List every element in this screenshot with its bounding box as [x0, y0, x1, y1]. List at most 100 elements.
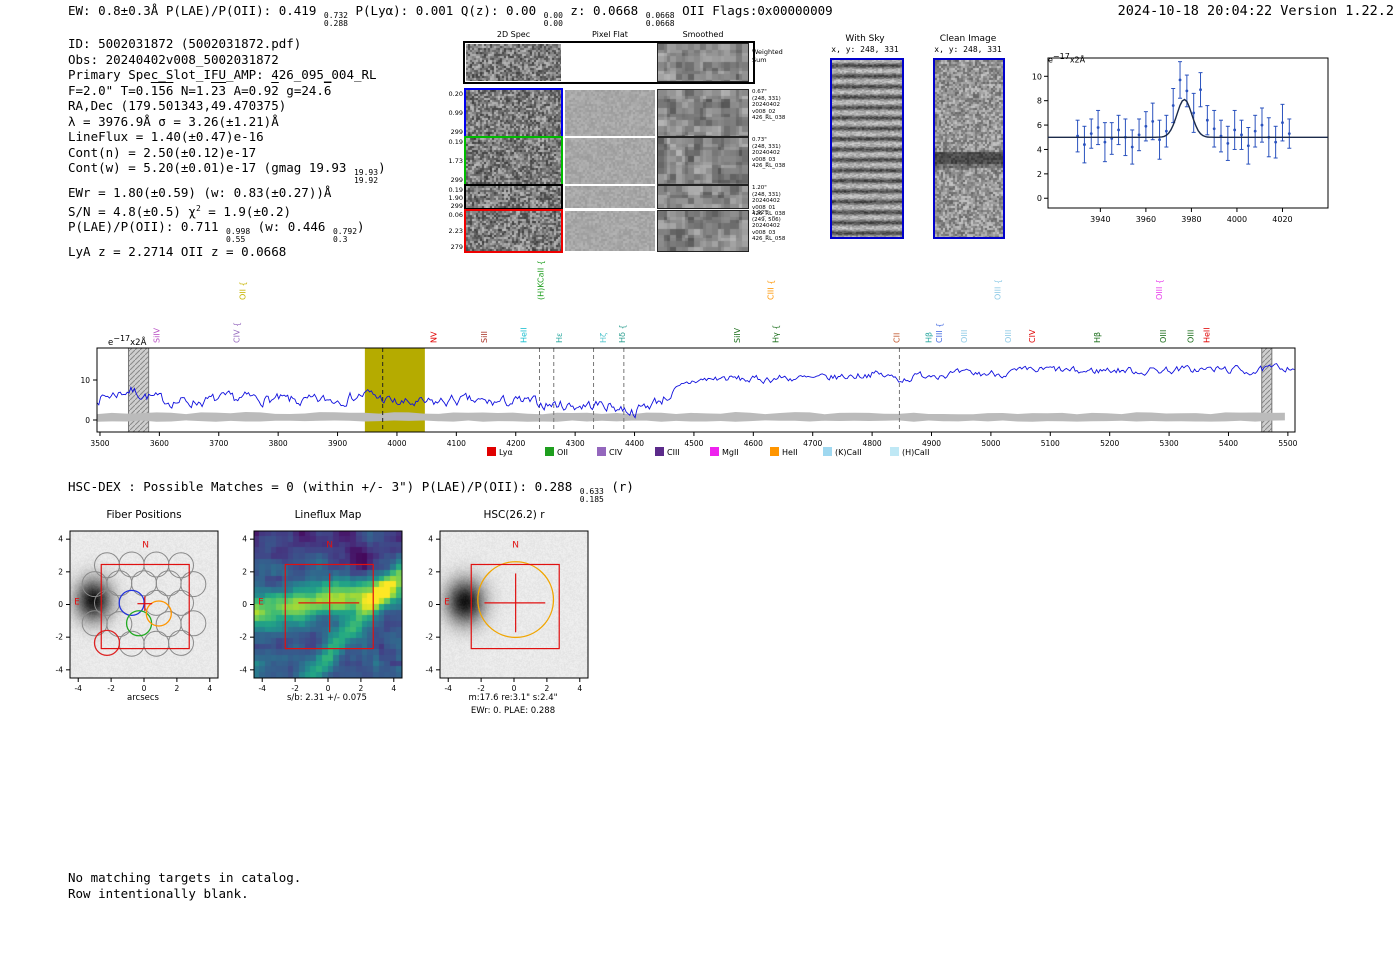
left-label: 0.99 [448, 109, 463, 117]
spec2d-strip [565, 186, 655, 208]
fiber-circle [180, 610, 207, 637]
emission-line-label: CII [892, 333, 901, 343]
x-tick-label: 3940 [1090, 215, 1110, 224]
text-run: Cont(n) = 2.50(±0.12)e-17 [68, 144, 257, 160]
text-run: = 1.9(±0.2) [200, 203, 292, 219]
data-point [1083, 143, 1086, 146]
timestamp-version: 2024-10-18 20:04:22 Version 1.22.2 [1117, 3, 1394, 19]
spec2d-strip [657, 43, 749, 82]
left-label: 299 [450, 176, 463, 184]
x-tick-label: 5200 [1100, 439, 1119, 448]
x-tick-label: 4800 [863, 439, 882, 448]
emission-line-label: CIV { [233, 322, 242, 343]
x-tick-label: 5300 [1160, 439, 1179, 448]
lower-bound: 0.288 [323, 19, 348, 28]
x-tick-label: 3800 [269, 439, 288, 448]
legend-label: CIII [667, 448, 680, 457]
x-tick-label: 3500 [90, 439, 109, 448]
spec2d-strip [464, 136, 563, 186]
text-run: z: 0.0668 [562, 3, 646, 18]
text-run: S/N = 4.8(±0.5) χ [68, 203, 196, 219]
text-run: (w: 0.446 [250, 219, 333, 235]
x-tick-label: 0 [142, 684, 147, 693]
emission-line-label: OIII { [993, 279, 1002, 300]
x-tick-label: 4500 [684, 439, 703, 448]
fiber-circle [118, 630, 145, 657]
fiber-circle [81, 571, 108, 598]
overlined-text: 23 [211, 82, 227, 98]
text-run: Obs: 20240402v008_5002031872 [68, 51, 279, 67]
footer-notes: No matching targets in catalog. Row inten… [68, 870, 301, 901]
lower-bound: 0.185 [579, 495, 604, 504]
overlined-text: 156 [150, 82, 174, 98]
x-tick-label: 5100 [1041, 439, 1060, 448]
gaussian-fit-line [1048, 98, 1328, 138]
plot-frame [253, 530, 403, 679]
spec2d-col-header: 2D Spec [496, 30, 531, 39]
legend-label: CIV [609, 448, 623, 457]
x-tick-label: 4020 [1272, 215, 1292, 224]
stacked-uncertainty: 0.998 0.55 [226, 228, 250, 244]
left-label: 1.73 [448, 157, 463, 165]
data-point [1185, 89, 1189, 93]
emission-line-label: NV [430, 331, 439, 343]
with-sky-title: With Sky [845, 34, 885, 44]
x-tick-label: 2 [544, 684, 549, 693]
info-line: Cont(w) = 5.20(±0.01)e-17 (gmag 19.93 19… [68, 160, 386, 185]
lower-bound: 0.00 [543, 19, 563, 28]
left-label: 0.20 [448, 90, 463, 98]
data-point [1192, 111, 1196, 115]
compass-e: E [258, 598, 264, 608]
x-tick-label: 3900 [328, 439, 347, 448]
main-unit-label: e−17x2Å [108, 334, 146, 348]
panel-xlabel: arcsecs [127, 693, 159, 703]
x-tick-label: 3980 [1181, 215, 1201, 224]
data-point [1205, 118, 1209, 122]
text-run: P(LAE)/P(OII): 0.711 [68, 219, 227, 235]
compass-n: N [326, 540, 333, 550]
annotation-line: Sum [752, 56, 767, 64]
fiber-circle-colored [93, 629, 121, 657]
y-tick-label: -2 [426, 633, 434, 642]
text-run: F=2.0" T=0. [68, 82, 151, 98]
data-point [1178, 78, 1182, 82]
emission-line-label: OIII { [1155, 279, 1164, 300]
x-tick-label: -4 [74, 684, 82, 693]
text-run: g=24. [278, 82, 324, 98]
fiber-circle-colored [125, 610, 153, 637]
emission-line-label: OIII [1159, 330, 1168, 343]
text-run: OII Flags:0x00000009 [674, 3, 833, 18]
spec2d-strip [565, 138, 655, 184]
left-label: 299 [450, 128, 463, 136]
x-tick-label: -4 [258, 684, 266, 693]
lower-bound: 0.3 [332, 235, 348, 245]
x-tick-label: 3600 [150, 439, 169, 448]
y-tick-label: 6 [1037, 121, 1042, 130]
x-tick-label: 5000 [981, 439, 1000, 448]
y-tick-label: 8 [1037, 97, 1042, 106]
x-tick-label: 4200 [506, 439, 525, 448]
data-point [1144, 124, 1148, 128]
data-point [1158, 138, 1161, 142]
emission-line-label: OIII [1186, 330, 1195, 343]
y-tick-label: 0 [428, 600, 433, 609]
info-line: LineFlux = 1.40(±0.47)e-16 [68, 129, 386, 145]
footer-line: Row intentionally blank. [68, 885, 249, 901]
info-line: λ = 3976.9Å σ = 3.26(±1.21)Å [68, 114, 386, 130]
data-point [1171, 104, 1175, 107]
y-tick-label: -2 [56, 633, 64, 642]
spec2d-row-left-labels: 0.19 1.90 299 [440, 186, 463, 210]
info-line: Cont(n) = 2.50(±0.12)e-17 [68, 145, 386, 161]
fiber-circle [155, 611, 182, 638]
lower-bound: 19.92 [353, 176, 379, 185]
x-tick-label: 4 [207, 684, 212, 693]
panel-xlabel: m:17.6 re:3.1" s:2.4" [468, 693, 558, 703]
spec2d-row-left-labels: 0.20 0.99 299 [440, 90, 463, 136]
spec2d-strip [466, 44, 561, 81]
data-point [1130, 145, 1134, 149]
stacked-uncertainty: 0.792 0.3 [333, 228, 357, 244]
compass-e: E [444, 598, 450, 608]
legend-label: (K)CaII [835, 448, 862, 457]
spec2d-cutout-grid: 2D Spec Pixel Flat Smoothed Weighted Sum 0.20… [440, 28, 785, 258]
emission-line-label: CIII { [767, 280, 776, 300]
